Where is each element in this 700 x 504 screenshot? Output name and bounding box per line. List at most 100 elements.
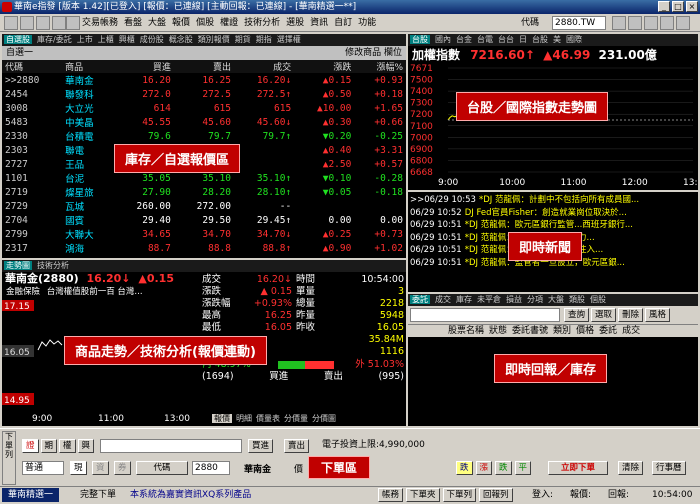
menu-item-8[interactable]: 資訊 [310,16,328,30]
index-tab-8[interactable]: 國際 [566,35,582,44]
market-tab-2[interactable]: 權 [59,439,76,453]
quote-sub-tab-1[interactable]: 明細 [236,414,252,423]
code-button[interactable]: 代碼 [136,461,188,475]
product-tab-1[interactable]: 技術分析 [37,261,69,270]
menu-item-1[interactable]: 看盤 [124,16,142,30]
watchlist-tab-9[interactable]: 期指 [256,35,272,44]
quick-price-button-3[interactable]: 平 [514,461,532,475]
menu-item-6[interactable]: 技術分析 [244,16,280,30]
watchlist-group[interactable]: 自選一 [6,48,33,58]
maximize-icon[interactable]: □ [672,1,684,12]
table-row[interactable]: 2454 聯發科 272.0 272.5 272.5↑ ▲0.50 +0.18 [2,87,406,102]
index-tab-4[interactable]: 台台 [498,35,514,44]
market-tab-0[interactable]: 證 [22,439,39,453]
product-tab-0[interactable]: 走勢圖 [4,261,32,270]
buy-button[interactable]: 買進 [248,439,274,453]
news-item[interactable]: >>06/29 10:53 *DJ 范龍佩：計劃中不包括向所有成員國... [408,194,698,207]
order-column-header[interactable]: 委託書號 [512,326,548,336]
index-tab-3[interactable]: 台電 [477,35,493,44]
index-tab-6[interactable]: 台股 [532,35,548,44]
toolbar-icon-5[interactable] [66,16,80,30]
quote-sub-tab-3[interactable]: 分價量 [284,414,308,423]
cash-button[interactable]: 現 [70,461,87,475]
column-header[interactable]: 商品 [62,60,114,73]
table-row[interactable]: 2317 鴻海 88.7 88.8 88.8↑ ▲0.90 +1.02 [2,241,406,256]
order-action-button-0[interactable]: 查詢 [564,308,590,322]
table-row[interactable]: 5483 中美晶 45.55 45.60 45.60↓ ▲0.30 +0.66 [2,115,406,130]
watchlist-tab-2[interactable]: 上市 [77,35,93,44]
column-header[interactable]: 漲跌 [294,60,355,73]
menu-item-4[interactable]: 個股 [196,16,214,30]
index-tab-7[interactable]: 美 [553,35,561,44]
sell-button[interactable]: 賣出 [284,439,310,453]
edit-product-button[interactable]: 修改商品 欄位 [345,46,402,60]
clear-button[interactable]: 清除 [618,461,644,475]
column-header[interactable]: 成交 [234,60,295,73]
order-column-header[interactable]: 股票名稱 [448,326,484,336]
index-tab-5[interactable]: 日 [519,35,527,44]
watchlist-tab-6[interactable]: 概念股 [169,35,193,44]
place-order-button[interactable]: 立即下單 [548,461,608,475]
print-icon[interactable] [628,16,642,30]
table-row[interactable]: 1101 台泥 35.05 35.10 35.10↑ ▼0.10 -0.28 [2,171,406,186]
menu-item-0[interactable]: 交易帳務 [82,16,118,30]
watchlist-tab-1[interactable]: 庫存/委託 [37,35,72,44]
order-action-button-1[interactable]: 選取 [591,308,617,322]
index-tab-0[interactable]: 台股 [410,35,430,44]
index-tab-2[interactable]: 台金 [456,35,472,44]
minimize-icon[interactable]: _ [658,1,670,12]
news-item[interactable]: 06/29 10:52 DJ Fed官員Fisher：創造就業崗位取決於... [408,207,698,220]
help-icon[interactable] [644,16,658,30]
order-tab-1[interactable]: 成交 [435,295,451,304]
market-tab-1[interactable]: 期 [40,439,58,453]
menu-item-3[interactable]: 報價 [172,16,190,30]
calendar-button[interactable]: 行事曆 [652,461,686,475]
watchlist-tab-10[interactable]: 選擇權 [277,35,301,44]
order-column-header[interactable]: 類別 [553,326,571,336]
settings-icon[interactable] [660,16,674,30]
status-button-1[interactable]: 下單夾 [406,488,440,502]
order-column-header[interactable]: 成交 [622,326,640,336]
quick-price-button-1[interactable]: 漲 [475,461,493,475]
order-tab-4[interactable]: 損益 [506,295,522,304]
order-column-header[interactable]: 狀態 [489,326,507,336]
market-tab-3[interactable]: 興 [77,439,95,453]
watchlist-tab-0[interactable]: 自選股 [4,35,32,44]
search-icon[interactable] [612,16,626,30]
order-tab-8[interactable]: 個股 [590,295,606,304]
news-item[interactable]: 06/29 10:51 *DJ 范龍佩：歐元區銀行監管...西班牙銀行... [408,219,698,232]
quote-sub-tab-2[interactable]: 價量表 [256,414,280,423]
table-row[interactable]: >>2880 華南金 16.20 16.25 16.20↓ ▲0.15 +0.93 [2,73,406,88]
toolbar-icon-1[interactable] [4,16,18,30]
status-button-0[interactable]: 帳務 [378,488,404,502]
order-column-header[interactable]: 委託 [599,326,617,336]
toolbar-icon-3[interactable] [36,16,50,30]
table-row[interactable]: 2704 國賓 29.40 29.50 29.45↑ 0.00 0.00 [2,213,406,228]
account-tab[interactable]: 華南精選一 [2,488,60,502]
margin-button[interactable]: 資 [92,461,109,475]
table-row[interactable]: 2719 燦星旅 27.90 28.20 28.10↑ ▼0.05 -0.18 [2,185,406,200]
order-filter-input[interactable] [410,308,560,322]
table-row[interactable]: 2799 大聯大 34.65 34.70 34.70↓ ▲0.25 +0.73 [2,227,406,242]
watchlist-tab-7[interactable]: 類別報價 [198,35,230,44]
column-header[interactable]: 代碼 [2,60,63,73]
watchlist-tab-3[interactable]: 上櫃 [98,35,114,44]
status-button-2[interactable]: 下單列 [442,488,477,502]
quote-sub-tab-0[interactable]: 報價 [212,414,232,423]
watchlist-tab-8[interactable]: 期貨 [235,35,251,44]
close-icon[interactable]: × [686,1,698,12]
table-row[interactable]: 2330 台積電 79.6 79.7 79.7↑ ▼0.20 -0.25 [2,129,406,144]
quick-price-button-0[interactable]: 跌 [456,461,473,475]
order-tab-3[interactable]: 未平倉 [477,295,501,304]
toolbar-icon-2[interactable] [20,16,34,30]
menu-item-2[interactable]: 大盤 [148,16,166,30]
quick-price-button-2[interactable]: 跌 [495,461,512,475]
menu-item-10[interactable]: 功能 [358,16,376,30]
watchlist-tab-4[interactable]: 興櫃 [119,35,135,44]
order-type-select[interactable]: 普通 [22,461,64,475]
order-tab-0[interactable]: 委託 [410,295,430,304]
status-button-3[interactable]: 回報列 [479,488,513,502]
watchlist-tab-5[interactable]: 成份股 [140,35,164,44]
order-tab-6[interactable]: 大盤 [548,295,564,304]
column-header[interactable]: 賣出 [173,60,234,73]
